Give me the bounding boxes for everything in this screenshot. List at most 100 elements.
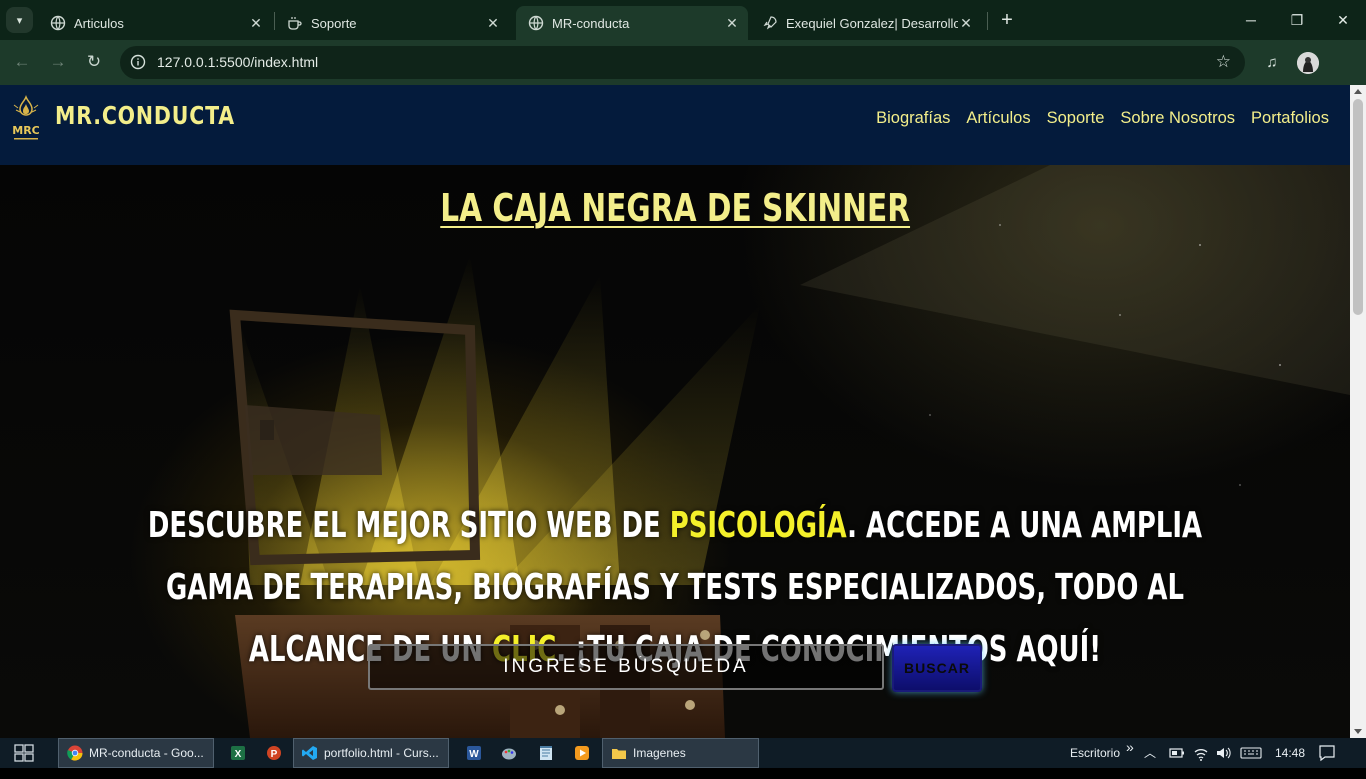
arrow-left-icon: ←: [13, 52, 31, 71]
taskbar-powerpoint[interactable]: P: [258, 738, 286, 768]
nav-link-portafolios[interactable]: Portafolios: [1251, 109, 1329, 128]
notepad-icon: [540, 746, 552, 760]
media-controls-icon[interactable]: ♫: [1261, 52, 1283, 74]
reload-button[interactable]: ↻: [82, 50, 106, 74]
browser-tabstrip: ▾ Articulos ✕ Soporte ✕ MR-conducta ✕ Ex…: [0, 0, 1366, 40]
minimize-button[interactable]: ─: [1228, 8, 1274, 32]
close-icon: ✕: [1337, 12, 1349, 28]
svg-text:X: X: [235, 749, 242, 760]
tab-title: MR-conducta: [552, 15, 630, 31]
taskbar-excel[interactable]: X: [222, 738, 250, 768]
wifi-icon[interactable]: [1193, 738, 1209, 768]
taskbar-word[interactable]: W: [458, 738, 486, 768]
vscode-icon: [302, 746, 317, 760]
taskbar-explorer-label: Imagenes: [633, 746, 686, 760]
site-header: MRC MR.CONDUCTA Biografías Artículos Sop…: [0, 85, 1350, 165]
svg-text:P: P: [271, 749, 278, 760]
close-icon[interactable]: ✕: [724, 15, 740, 32]
taskbar-vscode[interactable]: portfolio.html - Curs...: [293, 738, 449, 768]
taskbar-media-player[interactable]: [566, 738, 594, 768]
rocket-icon: [762, 15, 778, 31]
task-view-button[interactable]: [14, 738, 40, 768]
tab-mr-conducta[interactable]: MR-conducta ✕: [516, 6, 748, 40]
info-icon[interactable]: [130, 54, 146, 70]
logo-text: MRC: [12, 124, 40, 137]
keyboard-icon[interactable]: [1240, 738, 1262, 768]
close-icon[interactable]: ✕: [485, 15, 501, 32]
site-nav: Biografías Artículos Soporte Sobre Nosot…: [876, 109, 1329, 128]
site-logo[interactable]: MRC: [8, 94, 44, 144]
tab-search-button[interactable]: ▾: [6, 7, 33, 33]
tab-soporte[interactable]: Soporte ✕: [275, 6, 509, 40]
close-icon[interactable]: ✕: [248, 15, 264, 32]
profile-avatar[interactable]: [1297, 52, 1319, 74]
taskbar-explorer[interactable]: Imagenes: [602, 738, 759, 768]
media-player-icon: [575, 746, 589, 760]
page-scrollbar[interactable]: [1350, 85, 1366, 738]
tray-expand-icon[interactable]: ︿: [1144, 738, 1156, 768]
hero-title: LA CAJA NEGRA DE SKINNER: [0, 186, 1350, 230]
scroll-up-icon[interactable]: [1354, 89, 1362, 94]
tab-title: Soporte: [311, 15, 357, 31]
arrow-right-icon: →: [49, 52, 67, 71]
restore-icon: ❐: [1290, 12, 1304, 28]
hero-title-text: LA CAJA NEGRA DE SKINNER: [440, 186, 910, 230]
clock[interactable]: 14:48: [1275, 738, 1305, 768]
cup-icon: [287, 15, 303, 31]
browser-toolbar: ← → ↻ 127.0.0.1:5500/index.html ☆ ♫: [0, 40, 1366, 85]
taskbar-chrome[interactable]: MR-conducta - Goo...: [58, 738, 214, 768]
globe-icon: [50, 15, 66, 31]
search-form: BUSCAR: [368, 644, 988, 694]
paint-icon: [502, 748, 516, 760]
powerpoint-icon: P: [267, 746, 281, 760]
task-view-icon: [14, 744, 34, 762]
tab-title: Exequiel Gonzalez| Desarrollo W: [786, 15, 958, 31]
forward-button[interactable]: →: [46, 50, 70, 74]
tab-articulos[interactable]: Articulos ✕: [38, 6, 272, 40]
new-tab-button[interactable]: +: [996, 9, 1018, 31]
close-icon[interactable]: ✕: [958, 15, 974, 32]
close-window-button[interactable]: ✕: [1320, 8, 1366, 32]
toolbar-overflow-chevron[interactable]: »: [1126, 732, 1134, 762]
search-input[interactable]: [368, 644, 884, 690]
scroll-down-icon[interactable]: [1354, 729, 1362, 734]
svg-text:W: W: [469, 749, 479, 760]
excel-icon: X: [231, 746, 245, 760]
chevron-down-icon: ▾: [16, 14, 23, 27]
plus-icon: +: [1001, 9, 1013, 31]
folder-icon: [612, 749, 626, 759]
volume-icon[interactable]: [1215, 738, 1231, 768]
address-bar[interactable]: 127.0.0.1:5500/index.html ☆: [120, 46, 1245, 79]
hero-section: LA CAJA NEGRA DE SKINNER Descubre el mej…: [0, 165, 1350, 738]
hero-highlight-psicologia: Psicología: [669, 505, 848, 546]
tab-exequiel[interactable]: Exequiel Gonzalez| Desarrollo W ✕: [750, 6, 982, 40]
search-button[interactable]: BUSCAR: [892, 644, 982, 692]
hero-text-part: Descubre el mejor sitio web de: [147, 505, 670, 546]
nav-link-soporte[interactable]: Soporte: [1047, 109, 1105, 128]
bookmark-star-icon[interactable]: ☆: [1216, 52, 1231, 72]
windows-taskbar: MR-conducta - Goo... X P portfolio.html …: [0, 738, 1366, 768]
nav-link-biografias[interactable]: Biografías: [876, 109, 950, 128]
chrome-icon: [67, 745, 83, 761]
back-button[interactable]: ←: [10, 50, 34, 74]
word-icon: W: [467, 746, 481, 760]
nav-link-sobre-nosotros[interactable]: Sobre Nosotros: [1120, 109, 1235, 128]
url-text[interactable]: 127.0.0.1:5500/index.html: [157, 54, 318, 70]
scrollbar-thumb[interactable]: [1353, 99, 1363, 315]
globe-icon: [528, 15, 544, 31]
tab-separator: [987, 12, 988, 30]
reload-icon: ↻: [86, 52, 102, 71]
site-brand[interactable]: MR.CONDUCTA: [55, 101, 235, 130]
taskbar-chrome-label: MR-conducta - Goo...: [89, 746, 204, 760]
desktop-toolbar-label[interactable]: Escritorio: [1070, 738, 1120, 768]
notifications-icon[interactable]: [1318, 738, 1336, 768]
taskbar-vscode-label: portfolio.html - Curs...: [324, 746, 439, 760]
taskbar-notepad[interactable]: [530, 738, 558, 768]
battery-icon[interactable]: [1169, 738, 1185, 768]
tab-title: Articulos: [74, 15, 124, 31]
nav-link-articulos[interactable]: Artículos: [966, 109, 1030, 128]
page-viewport: MRC MR.CONDUCTA Biografías Artículos Sop…: [0, 85, 1350, 738]
taskbar-paint[interactable]: [493, 738, 521, 768]
minimize-icon: ─: [1246, 12, 1256, 28]
restore-button[interactable]: ❐: [1274, 8, 1320, 32]
